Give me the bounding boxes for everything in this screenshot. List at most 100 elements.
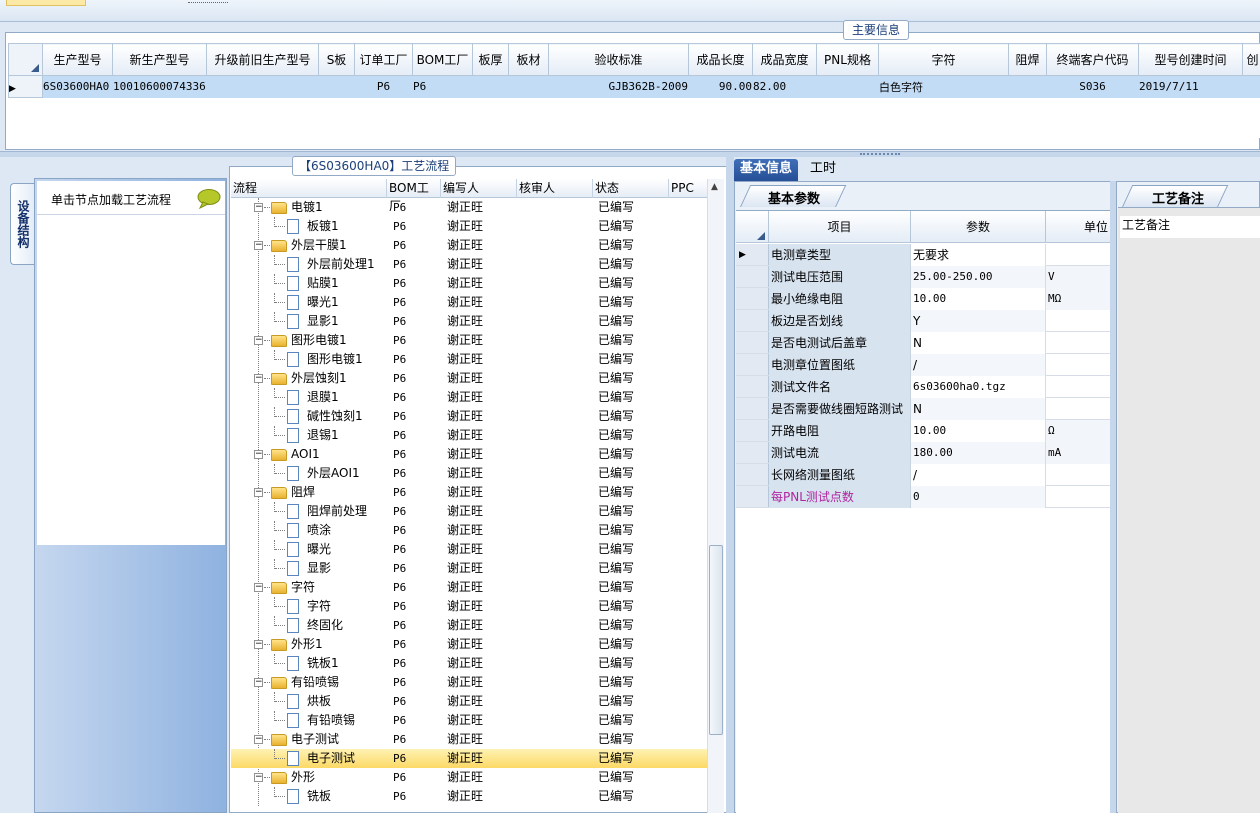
collapse-icon[interactable]: −: [254, 450, 263, 459]
main-col-header[interactable]: 升级前旧生产型号: [206, 43, 319, 76]
flow-tree-row[interactable]: 曝光 P6 谢正旺 已编写: [231, 540, 707, 559]
col-header-param[interactable]: 参数: [911, 211, 1046, 243]
collapse-icon[interactable]: −: [254, 336, 263, 345]
param-value[interactable]: N: [911, 332, 1046, 354]
param-value[interactable]: /: [911, 464, 1046, 486]
flow-tree-row[interactable]: − 图形电镀1 P6 谢正旺 已编写: [231, 331, 707, 350]
collapse-icon[interactable]: −: [254, 583, 263, 592]
col-header-writer[interactable]: 编写人: [441, 179, 517, 198]
flow-tree-row[interactable]: 贴膜1 P6 谢正旺 已编写: [231, 274, 707, 293]
param-value[interactable]: 10.00: [911, 288, 1046, 310]
collapse-icon[interactable]: −: [254, 640, 263, 649]
flow-tree-row[interactable]: 退膜1 P6 谢正旺 已编写: [231, 388, 707, 407]
main-col-header[interactable]: 板材: [508, 43, 549, 76]
flow-tree-row[interactable]: − 外层干膜1 P6 谢正旺 已编写: [231, 236, 707, 255]
flow-tree-row[interactable]: 终固化 P6 谢正旺 已编写: [231, 616, 707, 635]
param-row[interactable]: ▶ 电测章类型 无要求: [736, 244, 1110, 266]
param-value[interactable]: 25.00-250.00: [911, 266, 1046, 288]
collapse-icon[interactable]: −: [254, 374, 263, 383]
param-value[interactable]: 0: [911, 486, 1046, 508]
col-header-item[interactable]: 项目: [769, 211, 911, 243]
flow-tree-row[interactable]: − 字符 P6 谢正旺 已编写: [231, 578, 707, 597]
param-value[interactable]: N: [911, 398, 1046, 420]
main-col-header[interactable]: 型号创建时间: [1138, 43, 1243, 76]
tab-device-structure[interactable]: 设备结构: [10, 183, 34, 265]
col-header-flow[interactable]: 流程: [231, 179, 387, 198]
flow-tree-row[interactable]: − 外形 P6 谢正旺 已编写: [231, 768, 707, 787]
param-row[interactable]: 测试电流 180.00 mA: [736, 442, 1110, 464]
flow-tree-row[interactable]: 阻焊前处理 P6 谢正旺 已编写: [231, 502, 707, 521]
param-value[interactable]: 6s03600ha0.tgz: [911, 376, 1046, 398]
param-row[interactable]: 长网络测量图纸 /: [736, 464, 1110, 486]
top-tab-stub-2[interactable]: [188, 0, 228, 3]
param-row[interactable]: 最小绝缘电阻 10.00 MΩ: [736, 288, 1110, 310]
scroll-thumb[interactable]: [709, 545, 723, 735]
flow-tree-row[interactable]: 烘板 P6 谢正旺 已编写: [231, 692, 707, 711]
main-table-row[interactable]: ▶ 6S03600HA0 10010600074336 P6 P6 GJB362B-200…: [8, 75, 1260, 98]
collapse-icon[interactable]: −: [254, 488, 263, 497]
flow-tree-row[interactable]: 显影 P6 谢正旺 已编写: [231, 559, 707, 578]
param-row[interactable]: 开路电阻 10.00 Ω: [736, 420, 1110, 442]
col-header-bom[interactable]: BOM工厂: [387, 179, 441, 213]
col-header-status[interactable]: 状态: [593, 179, 669, 198]
flow-tree-row[interactable]: − 有铅喷锡 P6 谢正旺 已编写: [231, 673, 707, 692]
flow-scrollbar[interactable]: ▲: [707, 179, 724, 813]
flow-tree-row[interactable]: − AOI1 P6 谢正旺 已编写: [231, 445, 707, 464]
collapse-icon[interactable]: −: [254, 735, 263, 744]
main-col-header[interactable]: 成品长度: [688, 43, 753, 76]
flow-tree-row[interactable]: 显影1 P6 谢正旺 已编写: [231, 312, 707, 331]
flow-tree-row[interactable]: 外层前处理1 P6 谢正旺 已编写: [231, 255, 707, 274]
col-header-unit[interactable]: 单位: [1046, 211, 1110, 243]
param-row[interactable]: 是否电测试后盖章 N: [736, 332, 1110, 354]
flow-tree-row[interactable]: 碱性蚀刻1 P6 谢正旺 已编写: [231, 407, 707, 426]
main-col-header[interactable]: S板: [318, 43, 355, 76]
subtab-process-notes[interactable]: 工艺备注: [1152, 188, 1204, 207]
flow-tree-row[interactable]: 电子测试 P6 谢正旺 已编写: [231, 749, 707, 768]
param-row[interactable]: 板边是否划线 Y: [736, 310, 1110, 332]
device-tree-area[interactable]: [37, 215, 225, 545]
vertical-splitter-left[interactable]: [726, 157, 734, 813]
param-row[interactable]: 测试电压范围 25.00-250.00 V: [736, 266, 1110, 288]
collapse-icon[interactable]: −: [254, 773, 263, 782]
main-col-header[interactable]: 新生产型号: [112, 43, 207, 76]
main-col-header[interactable]: 终端客户代码: [1046, 43, 1139, 76]
flow-tree-row[interactable]: − 电子测试 P6 谢正旺 已编写: [231, 730, 707, 749]
main-col-header[interactable]: 字符: [878, 43, 1009, 76]
scroll-up-icon[interactable]: ▲: [711, 182, 718, 192]
flow-tree-row[interactable]: 退锡1 P6 谢正旺 已编写: [231, 426, 707, 445]
collapse-icon[interactable]: −: [254, 203, 263, 212]
collapse-icon[interactable]: −: [254, 241, 263, 250]
subtab-basic-params[interactable]: 基本参数: [768, 188, 820, 207]
param-value[interactable]: 180.00: [911, 442, 1046, 464]
col-header-reviewer[interactable]: 核审人: [517, 179, 593, 198]
main-col-header[interactable]: 成品宽度: [752, 43, 817, 76]
param-row[interactable]: 测试文件名 6s03600ha0.tgz: [736, 376, 1110, 398]
flow-tree-row[interactable]: − 电镀1 P6 谢正旺 已编写: [231, 198, 707, 217]
param-row[interactable]: 每PNL测试点数 0: [736, 486, 1110, 508]
flow-tree-row[interactable]: 字符 P6 谢正旺 已编写: [231, 597, 707, 616]
main-col-header[interactable]: 阻焊: [1008, 43, 1047, 76]
param-value[interactable]: Y: [911, 310, 1046, 332]
flow-tree-row[interactable]: 曝光1 P6 谢正旺 已编写: [231, 293, 707, 312]
col-header-ppc[interactable]: PPC: [669, 179, 707, 198]
main-col-header[interactable]: 验收标准: [548, 43, 689, 76]
main-col-header[interactable]: 订单工厂: [354, 43, 413, 76]
main-col-header[interactable]: PNL规格: [816, 43, 879, 76]
tab-basic-info[interactable]: 基本信息: [734, 159, 799, 181]
tab-work-hours[interactable]: 工时: [804, 159, 842, 181]
flow-tree-row[interactable]: 板镀1 P6 谢正旺 已编写: [231, 217, 707, 236]
param-row[interactable]: 是否需要做线圈短路测试 N: [736, 398, 1110, 420]
param-value[interactable]: 无要求: [911, 244, 1046, 266]
param-value[interactable]: 10.00: [911, 420, 1046, 442]
flow-tree-row[interactable]: − 阻焊 P6 谢正旺 已编写: [231, 483, 707, 502]
flow-tree-row[interactable]: 外层AOI1 P6 谢正旺 已编写: [231, 464, 707, 483]
flow-tree-row[interactable]: 铣板 P6 谢正旺 已编写: [231, 787, 707, 806]
flow-tree-row[interactable]: 喷涂 P6 谢正旺 已编写: [231, 521, 707, 540]
main-col-header[interactable]: BOM工厂: [412, 43, 473, 76]
process-notes-field[interactable]: 工艺备注: [1120, 216, 1260, 238]
param-value[interactable]: /: [911, 354, 1046, 376]
main-col-header[interactable]: 生产型号: [42, 43, 113, 76]
flow-tree-row[interactable]: − 外形1 P6 谢正旺 已编写: [231, 635, 707, 654]
top-tab-stub[interactable]: [6, 0, 86, 6]
main-col-header[interactable]: 创: [1242, 43, 1260, 76]
